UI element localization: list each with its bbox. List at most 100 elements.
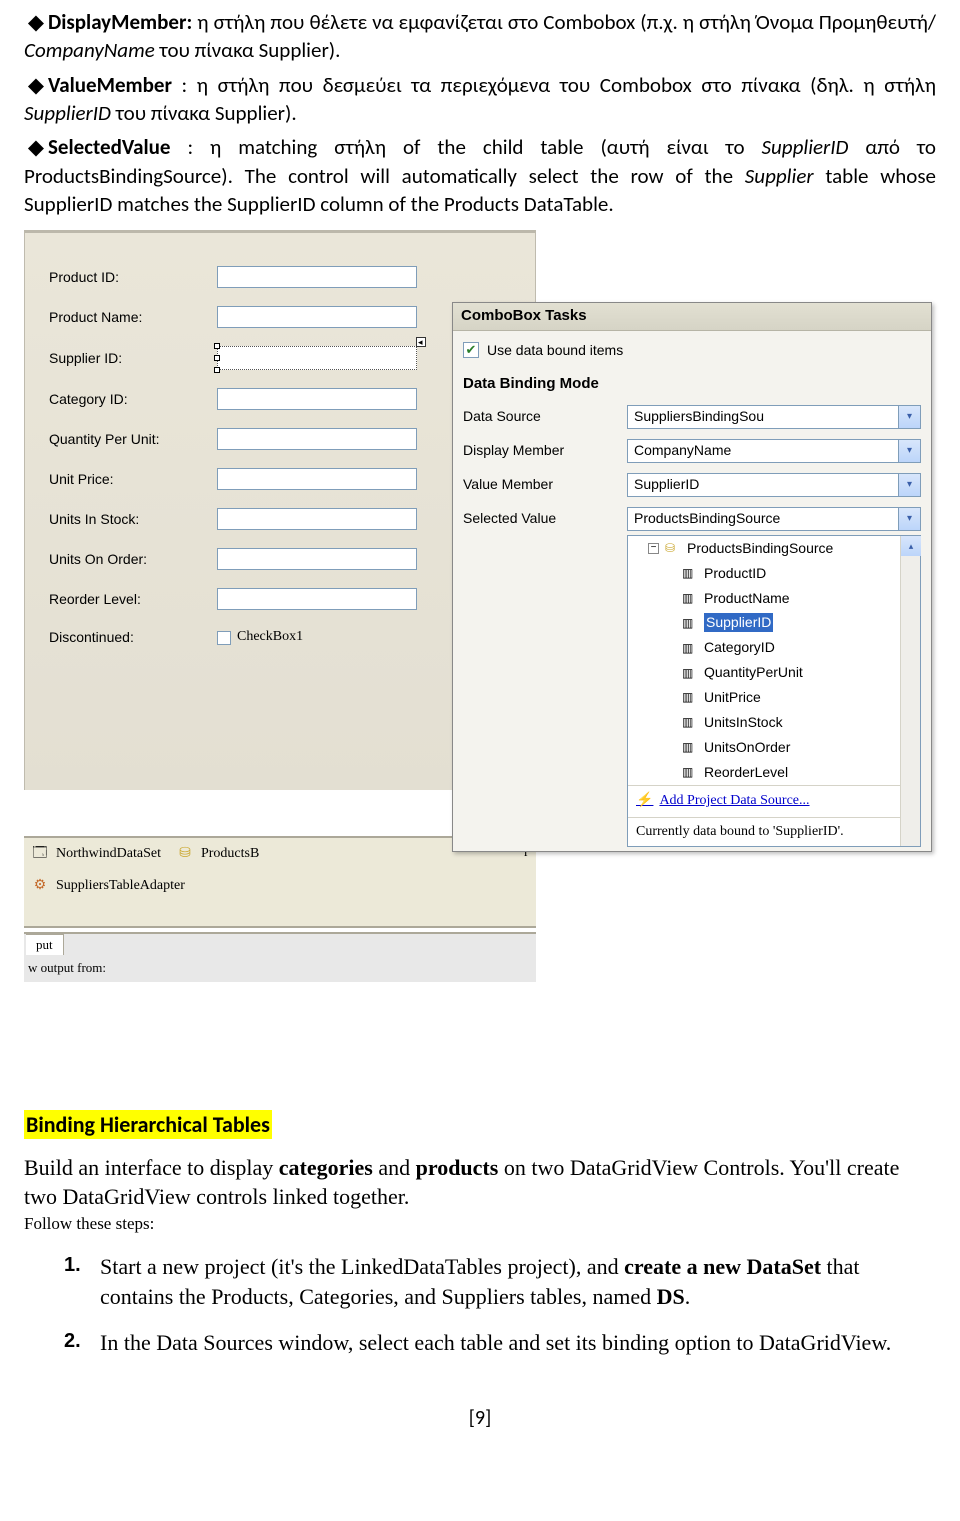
field-icon: ▥ [682, 615, 698, 631]
tree-item[interactable]: ▥ProductName [628, 586, 920, 611]
row-value-member: Value Member SupplierID ▾ [463, 468, 921, 502]
tree-item-label: ProductID [704, 564, 766, 583]
tree-item[interactable]: ▥UnitsInStock [628, 710, 920, 735]
tree-item[interactable]: ▥QuantityPerUnit [628, 660, 920, 685]
tree-item-label: ReorderLevel [704, 763, 788, 782]
step-1: 1. Start a new project (it's the LinkedD… [64, 1252, 936, 1311]
tree-item[interactable]: ▥UnitsOnOrder [628, 735, 920, 760]
dataset-icon: 🗔 [30, 844, 50, 864]
tree-item[interactable]: ▥ProductID [628, 561, 920, 586]
field-icon: ▥ [682, 690, 698, 706]
italic-supplierid: SupplierID [24, 100, 111, 126]
textbox-reorder-level[interactable] [217, 588, 417, 610]
chevron-down-icon[interactable]: ▾ [898, 440, 920, 462]
output-tab[interactable]: put [26, 934, 64, 955]
text-fragment: η στήλη που θέλετε να εμφανίζεται στο Co… [192, 9, 936, 35]
dropdown-data-source[interactable]: SuppliersBindingSou ▾ [627, 405, 921, 429]
row-selected-value: Selected Value ProductsBindingSource ▾ [463, 502, 921, 536]
textbox-product-id[interactable] [217, 266, 417, 288]
tray-item-label: NorthwindDataSet [56, 845, 161, 864]
chevron-down-icon[interactable]: ▾ [898, 406, 920, 428]
tree-item[interactable]: ▥ UnitPrice [628, 685, 920, 710]
label-unit-price: Unit Price: [49, 470, 217, 489]
tray-item-label: SuppliersTableAdapter [56, 877, 185, 896]
textbox-qpu[interactable] [217, 428, 417, 450]
field-icon: ▥ [682, 640, 698, 656]
use-bound-row: ✔ Use data bound items [463, 337, 921, 370]
label-reorder-level: Reorder Level: [49, 590, 217, 609]
selection-handle[interactable] [214, 343, 220, 349]
tray-item-suppliers-adapter[interactable]: ⚙ SuppliersTableAdapter [30, 876, 185, 896]
field-icon: ▥ [682, 714, 698, 730]
tray-item-dataset[interactable]: 🗔 NorthwindDataSet [30, 844, 161, 864]
collapse-icon[interactable]: − [648, 543, 659, 554]
selection-handle[interactable] [214, 355, 220, 361]
label-product-name: Product Name: [49, 308, 217, 327]
tree-item-label: ProductName [704, 589, 790, 608]
scrollbar[interactable]: ▴ [900, 536, 920, 847]
textbox-units-on-order[interactable] [217, 548, 417, 570]
combobox-supplier-id[interactable] [217, 346, 417, 370]
italic-supplierid2: SupplierID [762, 134, 849, 160]
textbox-unit-price[interactable] [217, 468, 417, 490]
checkbox-use-bound[interactable]: ✔ [463, 342, 479, 358]
dropdown-selected-value[interactable]: ProductsBindingSource ▾ [627, 507, 921, 531]
bullet-icon: ◆ [24, 8, 48, 36]
tree-root[interactable]: − ⛁ ProductsBindingSource [628, 536, 920, 561]
label-units-in-stock: Units In Stock: [49, 510, 217, 529]
label-product-id: Product ID: [49, 268, 217, 287]
scroll-up-icon[interactable]: ▴ [901, 536, 921, 556]
text-fragment: : η matching στήλη of the child table (α… [171, 134, 762, 160]
dropdown-value-member[interactable]: SupplierID ▾ [627, 473, 921, 497]
paragraph-value-member: ◆ValueMember : η στήλη που δεσμεύει τα π… [24, 71, 936, 128]
follow-steps-label: Follow these steps: [24, 1213, 936, 1236]
textbox-product-name[interactable] [217, 306, 417, 328]
italic-supplier: Supplier [745, 163, 814, 189]
text-fragment: and [373, 1155, 416, 1180]
field-icon: ▥ [682, 739, 698, 755]
tree-item-label: SupplierID [704, 613, 773, 632]
output-line: w output from: [24, 955, 536, 981]
text-fragment: του πίνακα Supplier). [155, 37, 341, 63]
label-display-member: Display Member [463, 441, 627, 460]
checkbox-label: CheckBox1 [237, 628, 303, 647]
tray-item-products-binding[interactable]: ⛁ ProductsB [175, 844, 259, 864]
field-icon: ▥ [682, 665, 698, 681]
step-number: 2. [64, 1328, 100, 1358]
dropdown-display-member[interactable]: CompanyName ▾ [627, 439, 921, 463]
step-2-text: In the Data Sources window, select each … [100, 1328, 936, 1358]
smarttag-title: ComboBox Tasks [453, 303, 931, 330]
smarttag-panel: ComboBox Tasks ✔ Use data bound items Da… [452, 302, 932, 852]
build-paragraph: Build an interface to display categories… [24, 1154, 936, 1211]
checkbox-discontinued[interactable] [217, 631, 231, 645]
label-discontinued: Discontinued: [49, 628, 217, 647]
tree-root-label: ProductsBindingSource [687, 539, 833, 558]
tree-item[interactable]: ▥ReorderLevel [628, 760, 920, 785]
use-bound-label: Use data bound items [487, 341, 623, 360]
paragraph-selected-value: ◆SelectedValue : η matching στήλη of the… [24, 133, 936, 218]
bullet-icon: ◆ [24, 71, 48, 99]
add-data-source-link[interactable]: ⚡ Add Project Data Source... [628, 785, 920, 817]
text-fragment: . [685, 1284, 691, 1309]
bindingsource-icon: ⛁ [665, 540, 681, 556]
textbox-units-in-stock[interactable] [217, 508, 417, 530]
chevron-down-icon[interactable]: ▾ [898, 508, 920, 530]
label-units-on-order: Units On Order: [49, 550, 217, 569]
section-heading: Binding Hierarchical Tables [24, 1110, 272, 1139]
selection-handle[interactable] [214, 367, 220, 373]
term-value-member: ValueMember [48, 72, 172, 98]
tree-item-selected[interactable]: ▥ SupplierID [628, 610, 920, 635]
paragraph-display-member: ◆DisplayMember: η στήλη που θέλετε να εμ… [24, 8, 936, 65]
tree-item[interactable]: ▥CategoryID [628, 635, 920, 660]
row-data-source: Data Source SuppliersBindingSou ▾ [463, 400, 921, 434]
textbox-category-id[interactable] [217, 388, 417, 410]
text-fragment: Build an interface to display [24, 1155, 279, 1180]
term-selected-value: SelectedValue [48, 134, 171, 160]
tree-item-label: UnitPrice [704, 688, 761, 707]
lightning-icon: ⚡ [636, 792, 653, 811]
chevron-down-icon[interactable]: ▾ [898, 474, 920, 496]
tray-item-label: ProductsB [201, 845, 259, 864]
step-number: 1. [64, 1252, 100, 1311]
smarttag-glyph-icon[interactable] [416, 337, 426, 347]
text-fragment: : η στήλη που δεσμεύει τα περιεχόμενα το… [172, 72, 936, 98]
